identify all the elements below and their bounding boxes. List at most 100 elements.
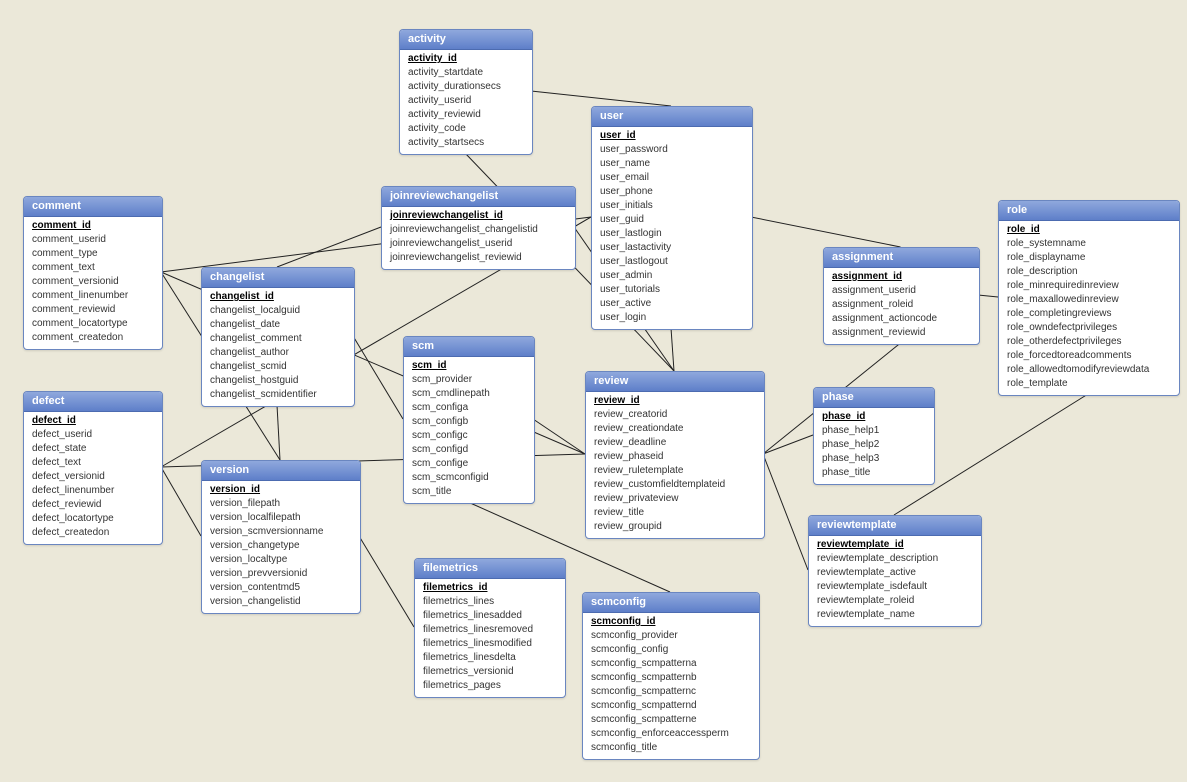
entity-header-filemetrics[interactable]: filemetrics <box>415 559 565 579</box>
field-review-review_customfieldtemplateid[interactable]: review_customfieldtemplateid <box>586 478 764 492</box>
field-scmconfig-scmconfig_id[interactable]: scmconfig_id <box>583 615 759 629</box>
field-comment-comment_locatortype[interactable]: comment_locatortype <box>24 317 162 331</box>
field-reviewtemplate-reviewtemplate_isdefault[interactable]: reviewtemplate_isdefault <box>809 580 981 594</box>
field-joinreviewchangelist-joinreviewchangelist_userid[interactable]: joinreviewchangelist_userid <box>382 237 575 251</box>
entity-header-reviewtemplate[interactable]: reviewtemplate <box>809 516 981 536</box>
field-review-review_title[interactable]: review_title <box>586 506 764 520</box>
field-comment-comment_reviewid[interactable]: comment_reviewid <box>24 303 162 317</box>
entity-defect[interactable]: defectdefect_iddefect_useriddefect_state… <box>23 391 163 545</box>
field-user-user_admin[interactable]: user_admin <box>592 269 752 283</box>
field-user-user_email[interactable]: user_email <box>592 171 752 185</box>
field-scm-scm_configd[interactable]: scm_configd <box>404 443 534 457</box>
entity-phase[interactable]: phasephase_idphase_help1phase_help2phase… <box>813 387 935 485</box>
field-filemetrics-filemetrics_linesmodified[interactable]: filemetrics_linesmodified <box>415 637 565 651</box>
field-changelist-changelist_scmidentifier[interactable]: changelist_scmidentifier <box>202 388 354 402</box>
field-reviewtemplate-reviewtemplate_id[interactable]: reviewtemplate_id <box>809 538 981 552</box>
field-scmconfig-scmconfig_scmpatternc[interactable]: scmconfig_scmpatternc <box>583 685 759 699</box>
field-review-review_deadline[interactable]: review_deadline <box>586 436 764 450</box>
field-defect-defect_id[interactable]: defect_id <box>24 414 162 428</box>
entity-header-assignment[interactable]: assignment <box>824 248 979 268</box>
field-changelist-changelist_date[interactable]: changelist_date <box>202 318 354 332</box>
field-version-version_changetype[interactable]: version_changetype <box>202 539 360 553</box>
field-phase-phase_help3[interactable]: phase_help3 <box>814 452 934 466</box>
entity-header-defect[interactable]: defect <box>24 392 162 412</box>
entity-reviewtemplate[interactable]: reviewtemplate reviewtemplate_id reviewtem… <box>808 515 982 627</box>
entity-review[interactable]: review review_idreview_creatoridreview_cr… <box>585 371 765 539</box>
field-review-review_groupid[interactable]: review_groupid <box>586 520 764 534</box>
field-changelist-changelist_localguid[interactable]: changelist_localguid <box>202 304 354 318</box>
field-assignment-assignment_reviewid[interactable]: assignment_reviewid <box>824 326 979 340</box>
field-defect-defect_text[interactable]: defect_text <box>24 456 162 470</box>
field-version-version_prevversionid[interactable]: version_prevversionid <box>202 567 360 581</box>
entity-header-comment[interactable]: comment <box>24 197 162 217</box>
field-role-role_completingreviews[interactable]: role_completingreviews <box>999 307 1179 321</box>
field-assignment-assignment_id[interactable]: assignment_id <box>824 270 979 284</box>
field-scmconfig-scmconfig_scmpatterne[interactable]: scmconfig_scmpatterne <box>583 713 759 727</box>
entity-filemetrics[interactable]: filemetrics filemetrics_id filemetrics_lin… <box>414 558 566 698</box>
field-scm-scm_configb[interactable]: scm_configb <box>404 415 534 429</box>
field-activity-activity_userid[interactable]: activity_userid <box>400 94 532 108</box>
field-user-user_lastactivity[interactable]: user_lastactivity <box>592 241 752 255</box>
field-joinreviewchangelist-joinreviewchangelist_changelistid[interactable]: joinreviewchangelist_changelistid <box>382 223 575 237</box>
entity-scmconfig[interactable]: scmconfigscmconfig_idscmconfig_providers… <box>582 592 760 760</box>
field-scmconfig-scmconfig_title[interactable]: scmconfig_title <box>583 741 759 755</box>
field-filemetrics-filemetrics_pages[interactable]: filemetrics_pages <box>415 679 565 693</box>
field-review-review_ruletemplate[interactable]: review_ruletemplate <box>586 464 764 478</box>
entity-header-review[interactable]: review <box>586 372 764 392</box>
field-role-role_systemname[interactable]: role_systemname <box>999 237 1179 251</box>
field-review-review_id[interactable]: review_id <box>586 394 764 408</box>
field-filemetrics-filemetrics_linesremoved[interactable]: filemetrics_linesremoved <box>415 623 565 637</box>
field-filemetrics-filemetrics_id[interactable]: filemetrics_id <box>415 581 565 595</box>
entity-header-activity[interactable]: activity <box>400 30 532 50</box>
field-changelist-changelist_hostguid[interactable]: changelist_hostguid <box>202 374 354 388</box>
field-role-role_displayname[interactable]: role_displayname <box>999 251 1179 265</box>
field-defect-defect_versionid[interactable]: defect_versionid <box>24 470 162 484</box>
field-comment-comment_versionid[interactable]: comment_versionid <box>24 275 162 289</box>
field-phase-phase_help1[interactable]: phase_help1 <box>814 424 934 438</box>
entity-user[interactable]: useruser_iduser_passworduser_nameuser_em… <box>591 106 753 330</box>
field-review-review_creationdate[interactable]: review_creationdate <box>586 422 764 436</box>
field-comment-comment_linenumber[interactable]: comment_linenumber <box>24 289 162 303</box>
field-review-review_creatorid[interactable]: review_creatorid <box>586 408 764 422</box>
field-user-user_lastlogout[interactable]: user_lastlogout <box>592 255 752 269</box>
entity-header-scm[interactable]: scm <box>404 337 534 357</box>
field-user-user_lastlogin[interactable]: user_lastlogin <box>592 227 752 241</box>
field-scm-scm_scmconfigid[interactable]: scm_scmconfigid <box>404 471 534 485</box>
entity-activity[interactable]: activityactivity_idactivity_startdateact… <box>399 29 533 155</box>
field-role-role_minrequiredinreview[interactable]: role_minrequiredinreview <box>999 279 1179 293</box>
field-changelist-changelist_comment[interactable]: changelist_comment <box>202 332 354 346</box>
field-user-user_active[interactable]: user_active <box>592 297 752 311</box>
field-version-version_scmversionname[interactable]: version_scmversionname <box>202 525 360 539</box>
field-version-version_contentmd5[interactable]: version_contentmd5 <box>202 581 360 595</box>
field-user-user_login[interactable]: user_login <box>592 311 752 325</box>
field-scmconfig-scmconfig_config[interactable]: scmconfig_config <box>583 643 759 657</box>
field-user-user_tutorials[interactable]: user_tutorials <box>592 283 752 297</box>
field-activity-activity_id[interactable]: activity_id <box>400 52 532 66</box>
entity-header-scmconfig[interactable]: scmconfig <box>583 593 759 613</box>
field-user-user_initials[interactable]: user_initials <box>592 199 752 213</box>
field-scm-scm_configa[interactable]: scm_configa <box>404 401 534 415</box>
field-user-user_password[interactable]: user_password <box>592 143 752 157</box>
field-defect-defect_userid[interactable]: defect_userid <box>24 428 162 442</box>
field-role-role_description[interactable]: role_description <box>999 265 1179 279</box>
field-scm-scm_title[interactable]: scm_title <box>404 485 534 499</box>
field-comment-comment_text[interactable]: comment_text <box>24 261 162 275</box>
field-reviewtemplate-reviewtemplate_active[interactable]: reviewtemplate_active <box>809 566 981 580</box>
field-user-user_phone[interactable]: user_phone <box>592 185 752 199</box>
entity-header-user[interactable]: user <box>592 107 752 127</box>
field-scmconfig-scmconfig_provider[interactable]: scmconfig_provider <box>583 629 759 643</box>
field-role-role_allowedtomodifyreviewdata[interactable]: role_allowedtomodifyreviewdata <box>999 363 1179 377</box>
field-version-version_localtype[interactable]: version_localtype <box>202 553 360 567</box>
field-role-role_forcedtoreadcomments[interactable]: role_forcedtoreadcomments <box>999 349 1179 363</box>
field-assignment-assignment_userid[interactable]: assignment_userid <box>824 284 979 298</box>
field-reviewtemplate-reviewtemplate_name[interactable]: reviewtemplate_name <box>809 608 981 622</box>
entity-header-phase[interactable]: phase <box>814 388 934 408</box>
entity-header-role[interactable]: role <box>999 201 1179 221</box>
field-role-role_id[interactable]: role_id <box>999 223 1179 237</box>
entity-header-changelist[interactable]: changelist <box>202 268 354 288</box>
field-scm-scm_id[interactable]: scm_id <box>404 359 534 373</box>
field-version-version_id[interactable]: version_id <box>202 483 360 497</box>
field-defect-defect_linenumber[interactable]: defect_linenumber <box>24 484 162 498</box>
entity-header-version[interactable]: version <box>202 461 360 481</box>
field-activity-activity_startsecs[interactable]: activity_startsecs <box>400 136 532 150</box>
